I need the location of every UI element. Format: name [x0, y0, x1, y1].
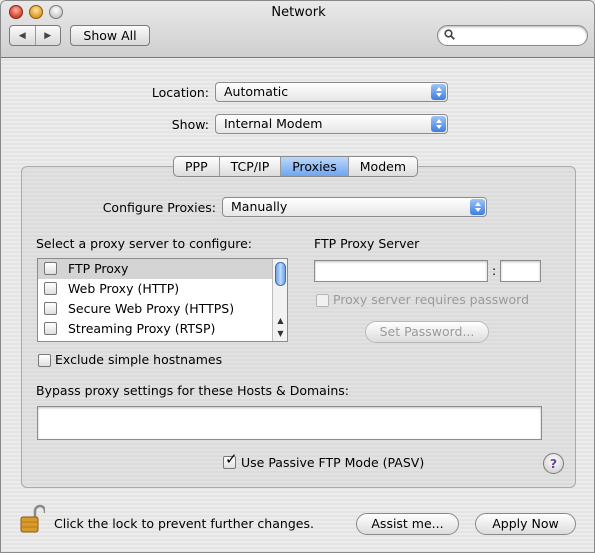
streaming-proxy-checkbox[interactable] [44, 322, 57, 335]
nav-button-group: ◀ ▶ [9, 25, 61, 46]
tab-bar: PPP TCP/IP Proxies Modem [173, 156, 418, 177]
list-item-label: Web Proxy (HTTP) [68, 281, 180, 296]
web-proxy-checkbox[interactable] [44, 282, 57, 295]
help-button[interactable]: ? [543, 453, 564, 474]
bypass-hosts-field[interactable] [37, 406, 542, 440]
proxy-host-field[interactable] [314, 260, 488, 282]
exclude-hostnames-checkbox[interactable] [38, 354, 51, 367]
password-required-checkbox[interactable] [316, 294, 329, 307]
forward-arrow-icon: ▶ [44, 30, 52, 41]
show-label: Show: [171, 117, 209, 132]
tab-ppp[interactable]: PPP [174, 157, 220, 176]
toolbar: Network ◀ ▶ Show All [1, 1, 594, 58]
tab-modem[interactable]: Modem [349, 157, 417, 176]
show-value: Internal Modem [224, 116, 323, 131]
list-item-web-proxy[interactable]: Web Proxy (HTTP) [38, 279, 273, 299]
configure-proxies-label: Configure Proxies: [102, 200, 216, 215]
tab-tcp-ip[interactable]: TCP/IP [220, 157, 282, 176]
scroll-down-arrow-icon[interactable]: ▼ [273, 327, 288, 340]
bypass-label: Bypass proxy settings for these Hosts & … [36, 383, 349, 398]
passive-ftp-checkbox[interactable]: ✓ [223, 452, 238, 469]
search-field[interactable] [437, 25, 588, 46]
password-required-label: Proxy server requires password [333, 292, 530, 307]
list-item-label: FTP Proxy [68, 261, 129, 276]
list-item-ftp-proxy[interactable]: FTP Proxy [38, 259, 273, 279]
back-button[interactable]: ◀ [10, 26, 36, 45]
location-popup[interactable]: Automatic [215, 82, 448, 102]
list-item-label: Streaming Proxy (RTSP) [68, 321, 216, 336]
server-heading: FTP Proxy Server [314, 236, 420, 251]
ftp-proxy-checkbox[interactable] [44, 262, 57, 275]
configure-proxies-popup[interactable]: Manually [222, 197, 487, 217]
lock-icon[interactable] [19, 504, 45, 534]
list-scrollbar[interactable]: ▲ ▼ [272, 259, 287, 341]
location-label: Location: [151, 85, 209, 100]
tab-proxies[interactable]: Proxies [281, 157, 349, 176]
popup-arrows-icon [431, 116, 446, 132]
back-arrow-icon: ◀ [18, 30, 26, 41]
proxy-port-field[interactable] [500, 260, 541, 282]
scrollbar-thumb[interactable] [275, 262, 286, 286]
assist-me-button[interactable]: Assist me... [356, 513, 459, 535]
scroll-up-arrow-icon[interactable]: ▲ [273, 314, 288, 327]
popup-arrows-icon [470, 199, 485, 215]
set-password-button[interactable]: Set Password... [365, 321, 489, 343]
popup-arrows-icon [431, 84, 446, 100]
proxy-list-heading: Select a proxy server to configure: [36, 236, 253, 251]
search-icon [444, 29, 455, 40]
list-item-label: Secure Web Proxy (HTTPS) [68, 301, 235, 316]
passive-ftp-label: Use Passive FTP Mode (PASV) [241, 455, 425, 470]
show-popup[interactable]: Internal Modem [215, 114, 448, 134]
show-all-button[interactable]: Show All [70, 25, 150, 46]
list-item-streaming-proxy[interactable]: Streaming Proxy (RTSP) [38, 319, 273, 339]
apply-now-button[interactable]: Apply Now [475, 513, 576, 535]
exclude-hostnames-label: Exclude simple hostnames [55, 352, 223, 367]
port-separator: : [492, 263, 497, 278]
location-value: Automatic [224, 84, 289, 99]
lock-text: Click the lock to prevent further change… [54, 516, 314, 531]
network-window: Network ◀ ▶ Show All Location: Automatic… [0, 0, 595, 553]
forward-button[interactable]: ▶ [36, 26, 61, 45]
checkmark-icon: ✓ [225, 450, 238, 468]
window-title: Network [271, 5, 326, 20]
secure-web-proxy-checkbox[interactable] [44, 302, 57, 315]
configure-proxies-value: Manually [231, 199, 288, 214]
list-item-secure-web-proxy[interactable]: Secure Web Proxy (HTTPS) [38, 299, 273, 319]
proxy-listbox[interactable]: FTP Proxy Web Proxy (HTTP) Secure Web Pr… [37, 258, 288, 342]
